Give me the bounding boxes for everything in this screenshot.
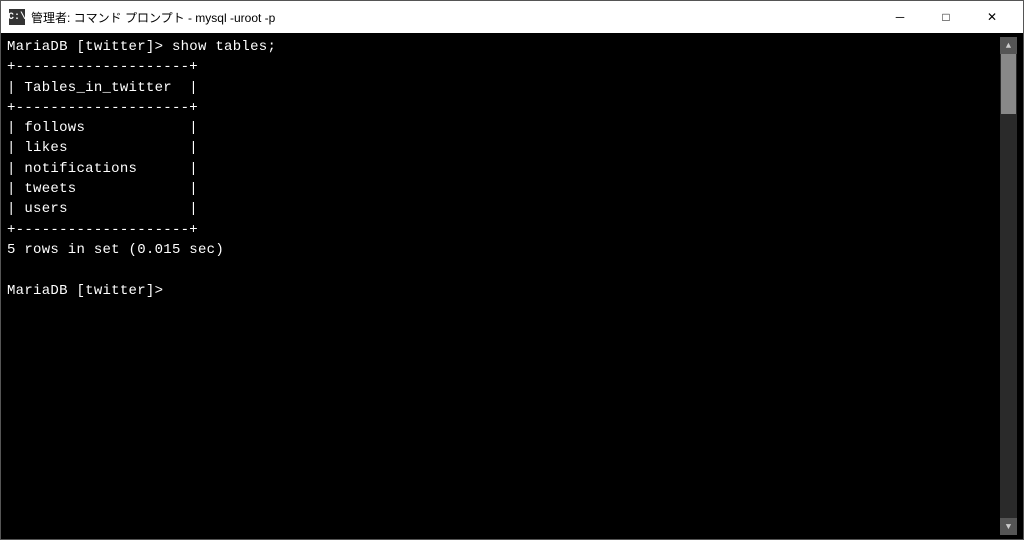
scrollbar-thumb[interactable]	[1001, 54, 1016, 114]
maximize-button[interactable]: □	[923, 1, 969, 33]
scroll-up-arrow[interactable]: ▲	[1000, 37, 1017, 54]
scrollbar[interactable]: ▲ ▼	[1000, 37, 1017, 535]
minimize-button[interactable]: ─	[877, 1, 923, 33]
titlebar: C:\ 管理者: コマンド プロンプト - mysql -uroot -p ─ …	[1, 1, 1023, 33]
terminal-content: MariaDB [twitter]> show tables; +-------…	[7, 37, 1000, 535]
cmd-icon: C:\	[9, 9, 25, 25]
titlebar-left: C:\ 管理者: コマンド プロンプト - mysql -uroot -p	[9, 9, 275, 26]
close-button[interactable]: ✕	[969, 1, 1015, 33]
scroll-down-arrow[interactable]: ▼	[1000, 518, 1017, 535]
window: C:\ 管理者: コマンド プロンプト - mysql -uroot -p ─ …	[0, 0, 1024, 540]
window-title: 管理者: コマンド プロンプト - mysql -uroot -p	[31, 9, 275, 26]
scrollbar-track	[1000, 54, 1017, 518]
terminal-body[interactable]: MariaDB [twitter]> show tables; +-------…	[1, 33, 1023, 539]
titlebar-controls: ─ □ ✕	[877, 1, 1015, 33]
